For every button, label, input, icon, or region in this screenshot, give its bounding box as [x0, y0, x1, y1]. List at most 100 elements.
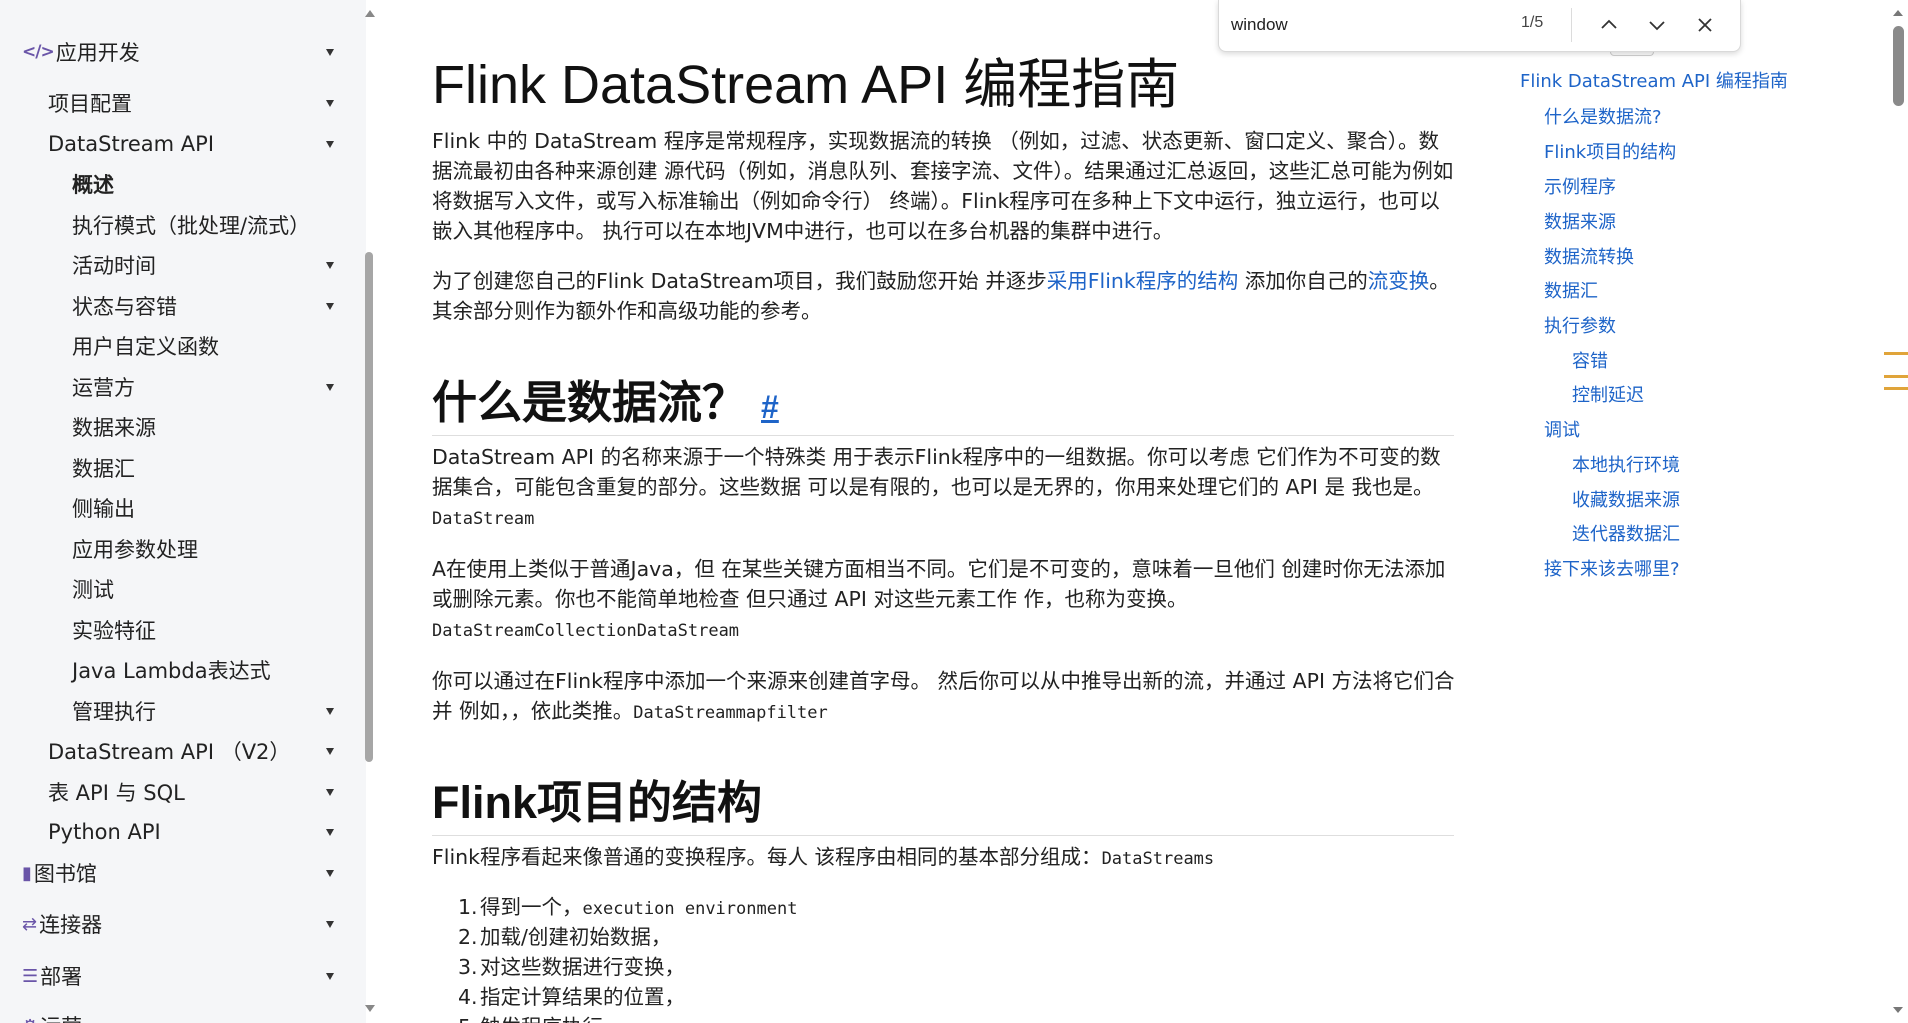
- sidebar-item-state-fault-tolerance[interactable]: 状态与容错: [72, 288, 340, 324]
- chevron-down-icon[interactable]: [326, 261, 334, 269]
- sidebar-nav: </> 应用开发 项目配置 DataStream API 概述 执行模式（批处理…: [0, 0, 366, 1023]
- code-icon: </>: [22, 42, 55, 62]
- section-heading-what-is-datastream: 什么是数据流？ #: [432, 366, 1454, 436]
- toc-item[interactable]: 迭代器数据汇: [1572, 523, 1680, 547]
- sidebar-item-datastream-api[interactable]: DataStream API: [48, 126, 340, 162]
- sidebar-item-table-sql[interactable]: 表 API 与 SQL: [48, 774, 340, 810]
- sidebar-scrollbar[interactable]: [362, 0, 376, 1023]
- sidebar-item-label: 测试: [72, 578, 114, 602]
- sidebar-item-event-time[interactable]: 活动时间: [72, 247, 340, 283]
- sidebar-item-experimental[interactable]: 实验特征: [72, 612, 340, 648]
- find-input[interactable]: [1231, 12, 1511, 38]
- inline-code: DataStreammapfilter: [633, 703, 828, 723]
- list-item-text: 对这些数据进行变换，: [480, 955, 685, 979]
- scroll-up-icon[interactable]: [1893, 10, 1903, 16]
- toc-item[interactable]: 收藏数据来源: [1572, 489, 1680, 513]
- page-scrollbar-thumb[interactable]: [1893, 26, 1904, 106]
- sidebar-item-udf[interactable]: 用户自定义函数: [72, 328, 340, 364]
- sidebar-item-testing[interactable]: 测试: [72, 571, 340, 607]
- find-previous-button[interactable]: [1593, 10, 1625, 40]
- chevron-down-icon[interactable]: [326, 140, 334, 148]
- find-next-button[interactable]: [1641, 10, 1673, 40]
- find-close-button[interactable]: [1689, 10, 1721, 40]
- chevron-down-icon[interactable]: [326, 828, 334, 836]
- scroll-down-icon[interactable]: [365, 1005, 375, 1012]
- sidebar-item-app-params[interactable]: 应用参数处理: [72, 531, 340, 567]
- link-program-structure[interactable]: 采用Flink程序的结构: [1047, 269, 1239, 293]
- chevron-down-icon[interactable]: [326, 99, 334, 107]
- toc-item[interactable]: 调试: [1544, 419, 1580, 443]
- chevron-down-icon[interactable]: [326, 302, 334, 310]
- sidebar-item-sinks[interactable]: 数据汇: [72, 450, 340, 486]
- chevron-down-icon: [1649, 21, 1665, 31]
- chevron-down-icon[interactable]: [326, 747, 334, 755]
- toc-item[interactable]: 数据汇: [1544, 280, 1598, 304]
- section-heading-program-structure: Flink项目的结构: [432, 766, 1454, 836]
- sidebar-item-execution-mode[interactable]: 执行模式（批处理/流式）: [72, 207, 340, 243]
- chevron-down-icon[interactable]: [326, 788, 334, 796]
- link-stream-transformations[interactable]: 流变换: [1368, 269, 1430, 293]
- sidebar-item-python-api[interactable]: Python API: [48, 814, 340, 850]
- inline-code: DataStreams: [1101, 849, 1215, 869]
- sidebar-scrollbar-thumb[interactable]: [365, 252, 373, 762]
- chevron-down-icon[interactable]: [326, 920, 334, 928]
- toc-item[interactable]: Flink项目的结构: [1544, 141, 1676, 165]
- shuffle-icon: ⇄: [22, 913, 38, 935]
- sidebar-item-label: 表 API 与 SQL: [48, 781, 185, 805]
- toc-item[interactable]: 示例程序: [1544, 176, 1616, 200]
- sidebar-item-java-lambda[interactable]: Java Lambda表达式: [72, 652, 340, 688]
- anchor-link[interactable]: #: [761, 389, 779, 425]
- sidebar-item-operators[interactable]: 运营方: [72, 369, 340, 405]
- sidebar-item-label: 应用开发: [55, 41, 140, 65]
- find-bar: 1/5: [1218, 0, 1741, 52]
- sidebar-item-label: 项目配置: [48, 92, 132, 116]
- sidebar-item-project-config[interactable]: 项目配置: [48, 85, 340, 121]
- sidebar-item-overview[interactable]: 概述: [72, 166, 340, 202]
- sidebar-item-managing-execution[interactable]: 管理执行: [72, 693, 340, 729]
- steps-list: 1. 得到一个，execution environment 2. 加载/创建初始数据…: [458, 892, 1358, 1023]
- sidebar-item-datastream-v2[interactable]: DataStream API （V2）: [48, 733, 340, 769]
- chevron-down-icon[interactable]: [326, 48, 334, 56]
- find-match-marker: [1884, 352, 1908, 355]
- toc-item[interactable]: 容错: [1572, 350, 1608, 374]
- list-number: 1.: [458, 895, 478, 919]
- toc-item[interactable]: 什么是数据流?: [1544, 106, 1662, 130]
- chevron-down-icon[interactable]: [326, 972, 334, 980]
- chevron-down-icon[interactable]: [326, 383, 334, 391]
- scroll-up-icon[interactable]: [365, 10, 375, 17]
- scroll-down-icon[interactable]: [1893, 1007, 1903, 1013]
- sidebar-item-deployment[interactable]: ☰ 部署: [22, 958, 340, 994]
- inline-code: execution environment: [582, 899, 798, 919]
- toc-item[interactable]: 执行参数: [1544, 315, 1616, 339]
- list-number: 5.: [458, 1012, 480, 1023]
- sliders-icon: ☰: [22, 965, 39, 987]
- chevron-down-icon[interactable]: [326, 869, 334, 877]
- list-number: 3.: [458, 955, 478, 979]
- sidebar-item-operations[interactable]: ⚙ 运营: [22, 1008, 340, 1023]
- page-title: Flink DataStream API 编程指南: [432, 55, 1180, 115]
- sidebar-item-libraries[interactable]: ▮ 图书馆: [22, 855, 340, 891]
- list-item-text: 加载/创建初始数据，: [480, 925, 672, 949]
- main-content: Flink DataStream API 编程指南 Flink 中的 DataS…: [432, 0, 1456, 1023]
- sidebar-item-side-output[interactable]: 侧输出: [72, 490, 340, 526]
- toc-item[interactable]: 数据流转换: [1544, 246, 1634, 270]
- sidebar-item-label: 数据汇: [72, 457, 135, 481]
- sidebar-item-label: 用户自定义函数: [72, 335, 219, 359]
- toc-item[interactable]: Flink DataStream API 编程指南: [1520, 70, 1788, 94]
- sidebar-item-label: 运营: [40, 1011, 82, 1023]
- sidebar-item-connectors[interactable]: ⇄ 连接器: [22, 906, 340, 942]
- toc-item[interactable]: 数据来源: [1544, 211, 1616, 235]
- sidebar-item-app-dev[interactable]: </> 应用开发: [22, 34, 340, 70]
- sidebar-item-sources[interactable]: 数据来源: [72, 409, 340, 445]
- toc-item[interactable]: 控制延迟: [1572, 384, 1644, 408]
- toc-item[interactable]: 本地执行环境: [1572, 454, 1680, 478]
- page-scrollbar[interactable]: [1888, 0, 1908, 1023]
- paragraph-program-parts: Flink程序看起来像普通的变换程序。每人 该程序由相同的基本部分组成：Data…: [432, 842, 1456, 874]
- sidebar-item-label: 侧输出: [72, 497, 135, 521]
- sidebar-item-label: 管理执行: [72, 700, 156, 724]
- chevron-down-icon[interactable]: [326, 707, 334, 715]
- toc-item[interactable]: 接下来该去哪里?: [1544, 558, 1680, 582]
- paragraph-text: DataStream API 的名称来源于一个特殊类 用于表示Flink程序中的…: [432, 445, 1441, 499]
- find-match-marker: [1884, 375, 1908, 378]
- gear-icon: ⚙: [22, 1016, 38, 1023]
